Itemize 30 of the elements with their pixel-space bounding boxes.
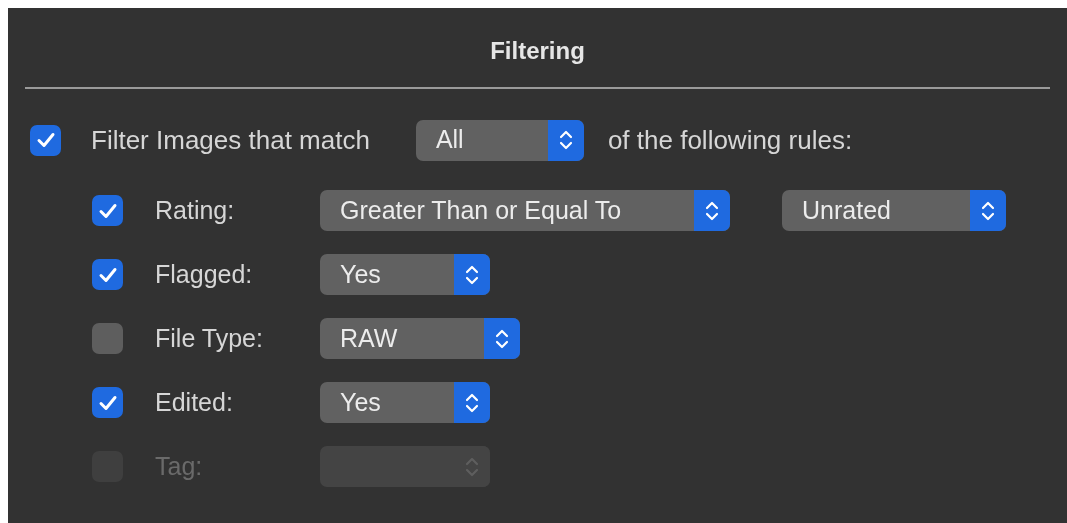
chevron-icon bbox=[495, 327, 509, 350]
popup-button[interactable]: Greater Than or Equal To bbox=[320, 190, 730, 231]
filter-suffix: of the following rules: bbox=[607, 123, 853, 157]
popup-button[interactable]: Yes bbox=[320, 254, 490, 295]
checkbox[interactable] bbox=[92, 195, 123, 226]
checkbox[interactable] bbox=[92, 259, 123, 290]
chevron-icon bbox=[981, 199, 995, 222]
chevron-icon bbox=[465, 263, 479, 286]
rule-label: Tag: bbox=[155, 450, 204, 482]
popup-button[interactable]: RAW bbox=[320, 318, 520, 359]
chevron-icon bbox=[465, 455, 479, 478]
checkbox[interactable] bbox=[92, 323, 123, 354]
rule-label: Rating: bbox=[155, 194, 236, 226]
chevron-icon bbox=[465, 391, 479, 414]
rule-label: File Type: bbox=[155, 322, 264, 354]
checkmark-icon bbox=[97, 265, 118, 284]
chevron-icon bbox=[705, 199, 719, 222]
rule-label: Flagged: bbox=[155, 258, 254, 290]
checkbox[interactable] bbox=[92, 387, 123, 418]
checkmark-icon bbox=[35, 131, 56, 149]
popup-button[interactable]: Yes bbox=[320, 382, 490, 423]
rule-label: Edited: bbox=[155, 386, 234, 418]
checkmark-icon bbox=[97, 201, 118, 220]
filter-label: Filter Images that match bbox=[91, 123, 370, 157]
popup-button[interactable]: All bbox=[415, 119, 584, 161]
checkbox[interactable] bbox=[30, 124, 61, 156]
chevron-icon bbox=[558, 129, 573, 151]
checkmark-icon bbox=[97, 393, 118, 412]
section-title: Filtering bbox=[490, 36, 585, 66]
popup-button[interactable]: Unrated bbox=[782, 190, 1006, 231]
